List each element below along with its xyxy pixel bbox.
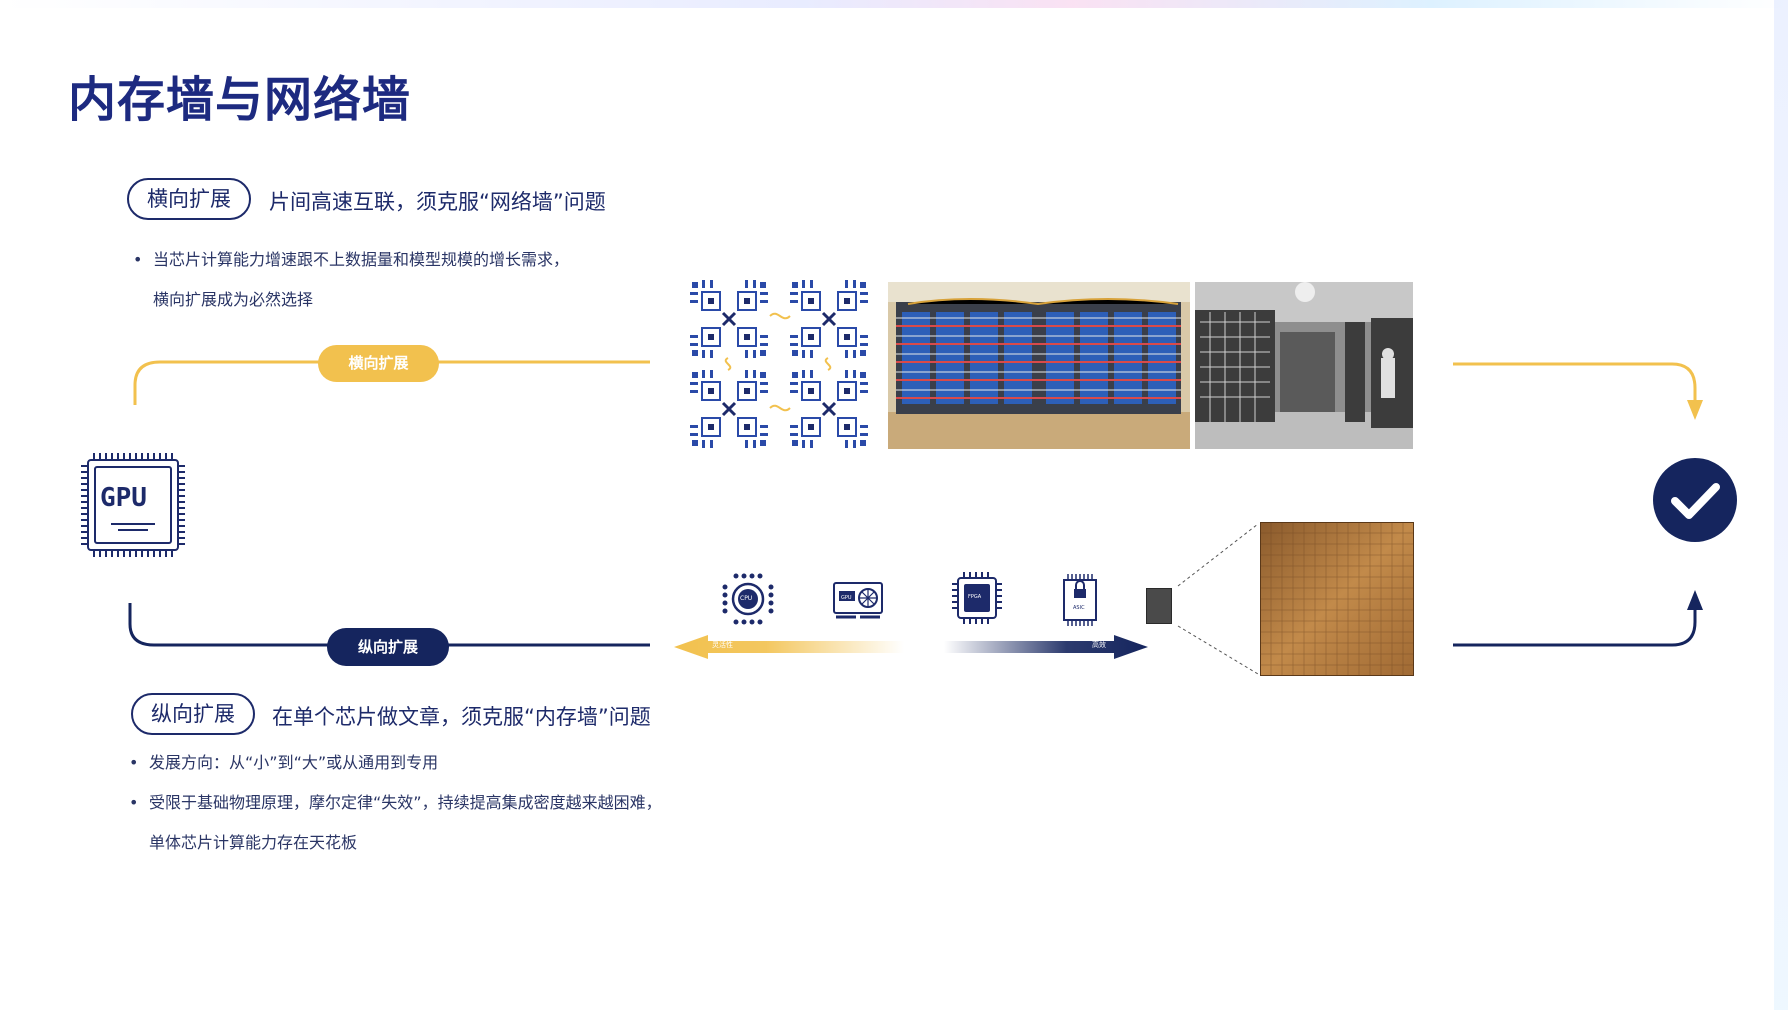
gold-arrow-right xyxy=(1453,362,1703,420)
wafer-chip-image xyxy=(1260,522,1414,676)
top-decoration xyxy=(0,0,1788,8)
bullet-dot: • xyxy=(133,250,143,269)
flexibility-label: 灵活性 xyxy=(712,641,733,649)
cpu-label: CPU xyxy=(740,595,753,602)
fpga-label: FPGA xyxy=(968,594,982,600)
horizontal-bullet-line2: 横向扩展成为必然选择 xyxy=(153,290,314,309)
horizontal-bullet: • 当芯片计算能力增速跟不上数据量和模型规模的增长需求， xyxy=(133,250,569,270)
horizontal-heading: 片间高速互联，须克服“网络墙”问题 xyxy=(269,190,606,214)
eniac-photo xyxy=(1195,282,1413,449)
small-chip-image xyxy=(1146,588,1172,624)
gpu-card-icon xyxy=(833,582,883,619)
efficiency-label: 高效 xyxy=(1092,641,1106,649)
right-decoration xyxy=(1774,0,1788,1010)
vertical-bullet-2-line2: 单体芯片计算能力存在天花板 xyxy=(149,833,358,852)
horizontal-flow-pill: 横向扩展 xyxy=(318,345,439,382)
vertical-heading: 在单个芯片做文章，须克服“内存墙”问题 xyxy=(272,705,651,729)
horizontal-tag: 横向扩展 xyxy=(127,178,251,220)
zoom-lines xyxy=(1177,523,1259,675)
datacenter-photo xyxy=(888,282,1190,449)
asic-label: ASIC xyxy=(1073,605,1085,611)
page-title: 内存墙与网络墙 xyxy=(68,72,412,128)
vertical-bullet-2: • 受限于基础物理原理，摩尔定律“失效”，持续提高集成密度越来越困难， xyxy=(129,793,662,813)
gpu-chip-label: GPU xyxy=(100,483,147,513)
vertical-bullet-1-text: 发展方向：从“小”到“大”或从通用到专用 xyxy=(149,753,439,772)
horizontal-bullet-line1: 当芯片计算能力增速跟不上数据量和模型规模的增长需求， xyxy=(153,250,570,269)
vertical-tag: 纵向扩展 xyxy=(131,693,255,735)
check-circle-icon xyxy=(1653,458,1737,542)
bullet-dot: • xyxy=(129,753,139,772)
vertical-bullet-2-line1: 受限于基础物理原理，摩尔定律“失效”，持续提高集成密度越来越困难， xyxy=(149,793,662,812)
chip-interconnect-grid xyxy=(688,278,870,450)
gpu-card-label: GPU xyxy=(841,595,852,601)
vertical-bullet-1: • 发展方向：从“小”到“大”或从通用到专用 xyxy=(129,753,438,773)
vertical-flow-pill: 纵向扩展 xyxy=(327,628,449,666)
bullet-dot: • xyxy=(129,793,139,812)
efficiency-flexibility-arrow xyxy=(674,635,1148,659)
asic-chip-icon xyxy=(1063,574,1097,626)
navy-arrow-right xyxy=(1453,590,1703,647)
